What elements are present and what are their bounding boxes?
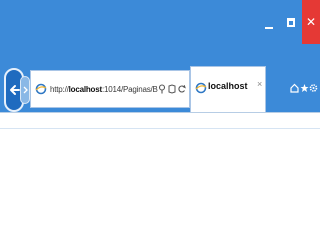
home-icon[interactable] xyxy=(290,81,299,95)
compat-view-icon[interactable] xyxy=(168,82,176,96)
title-bar: ✕ xyxy=(0,0,320,52)
address-tools xyxy=(158,82,186,96)
refresh-icon[interactable] xyxy=(178,82,186,96)
minimize-icon xyxy=(265,27,273,29)
tab-localhost[interactable]: localhost × xyxy=(190,66,266,112)
back-arrow-icon xyxy=(10,85,20,95)
search-icon[interactable] xyxy=(158,82,166,96)
address-url[interactable]: http://localhost:1014/Paginas/BuflexSet … xyxy=(50,85,158,94)
tab-close-icon[interactable]: × xyxy=(257,79,262,89)
forward-button[interactable] xyxy=(20,76,30,104)
settings-gear-icon[interactable] xyxy=(309,81,318,95)
toolbar-right xyxy=(290,80,318,96)
page-content[interactable] xyxy=(0,112,320,250)
close-button[interactable]: ✕ xyxy=(302,0,320,44)
favorites-star-icon[interactable] xyxy=(300,81,309,95)
maximize-button[interactable] xyxy=(280,0,302,44)
url-scheme: http:// xyxy=(50,84,69,94)
url-host: localhost xyxy=(68,84,103,94)
url-path: :1014/Paginas/BuflexSet BuflexFrame.aspx xyxy=(101,84,158,94)
ie-page-icon xyxy=(195,82,207,94)
minimize-button[interactable] xyxy=(258,0,280,44)
content-divider xyxy=(0,128,320,129)
ie-page-icon xyxy=(35,83,47,95)
browser-window: ✕ http://localhost:1014/Paginas/BuflexSe… xyxy=(0,0,320,250)
close-icon: ✕ xyxy=(305,15,317,29)
forward-arrow-icon xyxy=(23,86,28,94)
address-bar[interactable]: http://localhost:1014/Paginas/BuflexSet … xyxy=(30,70,190,108)
tab-title: localhost xyxy=(208,81,248,91)
maximize-icon xyxy=(287,17,295,27)
